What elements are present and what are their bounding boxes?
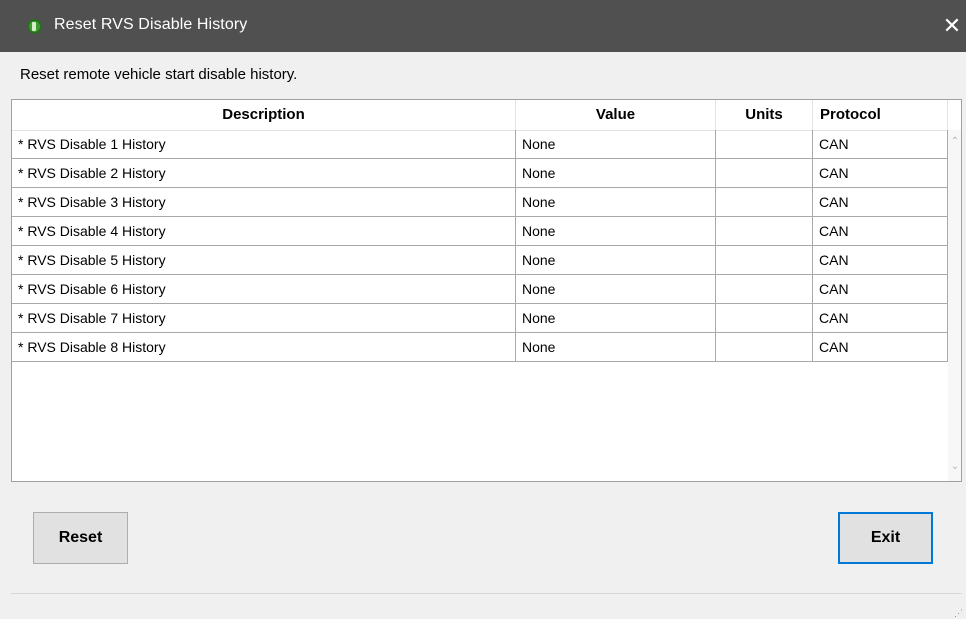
cell-value[interactable]: None — [516, 217, 716, 246]
exit-button[interactable]: Exit — [838, 512, 933, 564]
cell-protocol[interactable]: CAN — [813, 217, 948, 246]
cell-units[interactable] — [716, 246, 813, 275]
table-header: Description Value Units Protocol — [12, 100, 961, 131]
cell-protocol[interactable]: CAN — [813, 246, 948, 275]
column-header-value[interactable]: Value — [516, 100, 716, 130]
status-bar-divider — [11, 593, 962, 594]
cell-description[interactable]: * RVS Disable 2 History — [12, 159, 516, 188]
cell-value[interactable]: None — [516, 275, 716, 304]
cell-value[interactable]: None — [516, 159, 716, 188]
cell-description[interactable]: * RVS Disable 3 History — [12, 188, 516, 217]
table-row[interactable]: * RVS Disable 4 History None CAN — [12, 217, 948, 246]
cell-protocol[interactable]: CAN — [813, 159, 948, 188]
table-row[interactable]: * RVS Disable 2 History None CAN — [12, 159, 948, 188]
cell-description[interactable]: * RVS Disable 5 History — [12, 246, 516, 275]
column-header-units[interactable]: Units — [716, 100, 813, 130]
cell-units[interactable] — [716, 217, 813, 246]
cell-protocol[interactable]: CAN — [813, 275, 948, 304]
resize-grip-icon[interactable]: ⋰ — [954, 608, 963, 619]
cell-units[interactable] — [716, 275, 813, 304]
cell-units[interactable] — [716, 333, 813, 362]
cell-units[interactable] — [716, 130, 813, 159]
cell-protocol[interactable]: CAN — [813, 188, 948, 217]
cell-value[interactable]: None — [516, 188, 716, 217]
cell-units[interactable] — [716, 159, 813, 188]
app-logo-icon — [27, 19, 42, 34]
window-title: Reset RVS Disable History — [54, 16, 248, 33]
dialog-window: Reset RVS Disable History ✕ Reset remote… — [0, 0, 966, 619]
table-row[interactable]: * RVS Disable 3 History None CAN — [12, 188, 948, 217]
cell-description[interactable]: * RVS Disable 4 History — [12, 217, 516, 246]
scroll-up-icon[interactable]: ⌃ — [948, 134, 961, 150]
cell-protocol[interactable]: CAN — [813, 304, 948, 333]
cell-protocol[interactable]: CAN — [813, 333, 948, 362]
cell-value[interactable]: None — [516, 130, 716, 159]
cell-description[interactable]: * RVS Disable 1 History — [12, 130, 516, 159]
cell-value[interactable]: None — [516, 333, 716, 362]
table-row[interactable]: * RVS Disable 1 History None CAN — [12, 130, 948, 159]
column-header-description[interactable]: Description — [12, 100, 516, 130]
table-row[interactable]: * RVS Disable 5 History None CAN — [12, 246, 948, 275]
cell-value[interactable]: None — [516, 304, 716, 333]
cell-protocol[interactable]: CAN — [813, 130, 948, 159]
cell-description[interactable]: * RVS Disable 6 History — [12, 275, 516, 304]
cell-description[interactable]: * RVS Disable 7 History — [12, 304, 516, 333]
title-bar[interactable]: Reset RVS Disable History ✕ — [0, 0, 966, 52]
table-row[interactable]: * RVS Disable 7 History None CAN — [12, 304, 948, 333]
table-row[interactable]: * RVS Disable 6 History None CAN — [12, 275, 948, 304]
history-table[interactable]: Description Value Units Protocol * RVS D… — [11, 99, 962, 482]
vertical-scrollbar[interactable]: ⌃ ⌄ — [948, 130, 961, 481]
cell-value[interactable]: None — [516, 246, 716, 275]
table-row[interactable]: * RVS Disable 8 History None CAN — [12, 333, 948, 362]
reset-button[interactable]: Reset — [33, 512, 128, 564]
close-button[interactable]: ✕ — [938, 8, 966, 44]
cell-description[interactable]: * RVS Disable 8 History — [12, 333, 516, 362]
column-header-protocol[interactable]: Protocol — [813, 100, 948, 130]
cell-units[interactable] — [716, 304, 813, 333]
scroll-down-icon[interactable]: ⌄ — [948, 459, 961, 475]
cell-units[interactable] — [716, 188, 813, 217]
dialog-description: Reset remote vehicle start disable histo… — [20, 66, 298, 83]
